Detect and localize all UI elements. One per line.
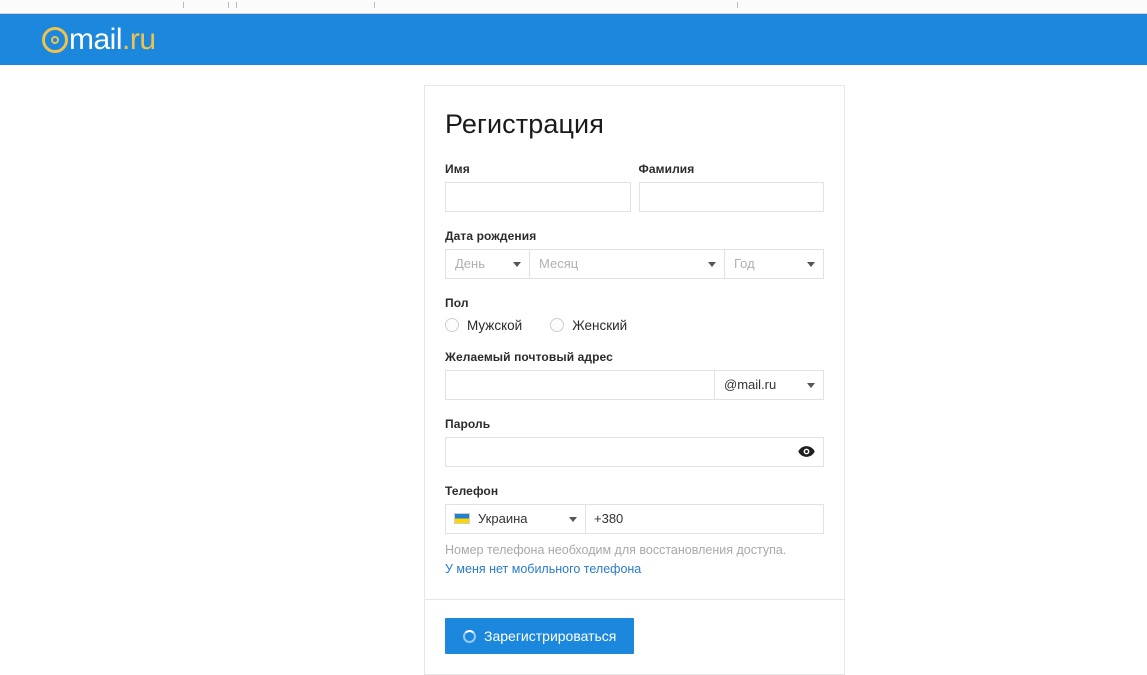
- last-name-group: Фамилия: [638, 161, 824, 212]
- tab-divider-tick: [737, 2, 738, 8]
- radio-icon: [445, 318, 459, 333]
- chevron-down-icon: [807, 261, 815, 267]
- phone-row: Украина: [445, 503, 824, 534]
- gender-group: Пол Мужской Женский: [445, 296, 824, 333]
- phone-country-value: Украина: [478, 511, 528, 527]
- tab-divider-tick: [374, 2, 375, 8]
- chevron-down-icon: [708, 261, 716, 267]
- email-input[interactable]: [445, 369, 714, 400]
- page-title: Регистрация: [445, 109, 604, 139]
- mailru-logo[interactable]: mail.ru: [42, 22, 156, 56]
- gender-label: Пол: [445, 295, 469, 310]
- ua-flag-icon: [454, 513, 470, 525]
- tab-divider-tick: [228, 2, 229, 8]
- gender-radio-male[interactable]: Мужской: [445, 318, 522, 333]
- chevron-down-icon: [807, 382, 815, 388]
- phone-hint-text: Номер телефона необходим для восстановле…: [445, 542, 787, 557]
- browser-chrome-strip: [0, 0, 1147, 14]
- birth-day-value: День: [455, 256, 485, 272]
- logo-dot-text: .: [122, 22, 130, 56]
- email-group: Желаемый почтовый адрес @mail.ru: [445, 350, 824, 400]
- at-symbol-icon: [42, 26, 68, 53]
- email-domain-select[interactable]: @mail.ru: [714, 369, 824, 400]
- registration-card: Регистрация Имя Фамилия Дата рождения Де…: [424, 85, 845, 675]
- phone-country-select[interactable]: Украина: [445, 503, 586, 534]
- register-submit-label: Зарегистрироваться: [484, 628, 617, 645]
- site-header: mail.ru: [0, 14, 1147, 65]
- tab-divider-tick: [183, 2, 184, 8]
- birth-year-value: Год: [734, 256, 755, 272]
- phone-group: Телефон Украина Номер телефона необходим…: [445, 484, 824, 578]
- chevron-down-icon: [513, 261, 521, 267]
- gender-female-label: Женский: [572, 317, 628, 333]
- tab-divider-tick: [236, 2, 237, 8]
- name-row: Имя Фамилия: [445, 162, 824, 212]
- chevron-down-icon: [569, 516, 577, 522]
- birth-date-group: Дата рождения День Месяц Год: [445, 229, 824, 279]
- birth-month-select[interactable]: Месяц: [529, 248, 725, 279]
- birth-day-select[interactable]: День: [445, 248, 530, 279]
- gender-radio-row: Мужской Женский: [445, 316, 824, 333]
- password-group: Пароль: [445, 417, 824, 467]
- last-name-input[interactable]: [638, 181, 824, 212]
- birth-month-value: Месяц: [539, 256, 579, 272]
- registration-form: Регистрация Имя Фамилия Дата рождения Де…: [425, 86, 844, 599]
- birth-date-label: Дата рождения: [445, 228, 537, 243]
- password-label: Пароль: [445, 416, 491, 431]
- birth-year-select[interactable]: Год: [724, 248, 824, 279]
- phone-label: Телефон: [445, 483, 499, 498]
- logo-mail-text: mail: [69, 22, 123, 56]
- gender-radio-female[interactable]: Женский: [550, 318, 627, 333]
- eye-icon[interactable]: [798, 443, 815, 460]
- logo-ru-text: ru: [129, 22, 156, 56]
- no-mobile-phone-link[interactable]: У меня нет мобильного телефона: [445, 561, 824, 578]
- email-domain-value: @mail.ru: [724, 377, 777, 393]
- password-row: [445, 436, 824, 467]
- birth-date-row: День Месяц Год: [445, 248, 824, 279]
- first-name-group: Имя: [445, 162, 631, 212]
- radio-icon: [550, 318, 565, 333]
- card-footer: Зарегистрироваться: [425, 599, 844, 674]
- register-submit-button[interactable]: Зарегистрироваться: [445, 618, 635, 655]
- phone-number-input[interactable]: [585, 503, 824, 534]
- first-name-label: Имя: [445, 161, 470, 176]
- first-name-input[interactable]: [445, 181, 631, 212]
- email-row: @mail.ru: [445, 369, 824, 400]
- gender-male-label: Мужской: [467, 317, 523, 333]
- email-label: Желаемый почтовый адрес: [445, 349, 613, 364]
- loading-spinner-icon: [463, 629, 476, 643]
- last-name-label: Фамилия: [638, 161, 695, 176]
- password-input[interactable]: [445, 436, 824, 467]
